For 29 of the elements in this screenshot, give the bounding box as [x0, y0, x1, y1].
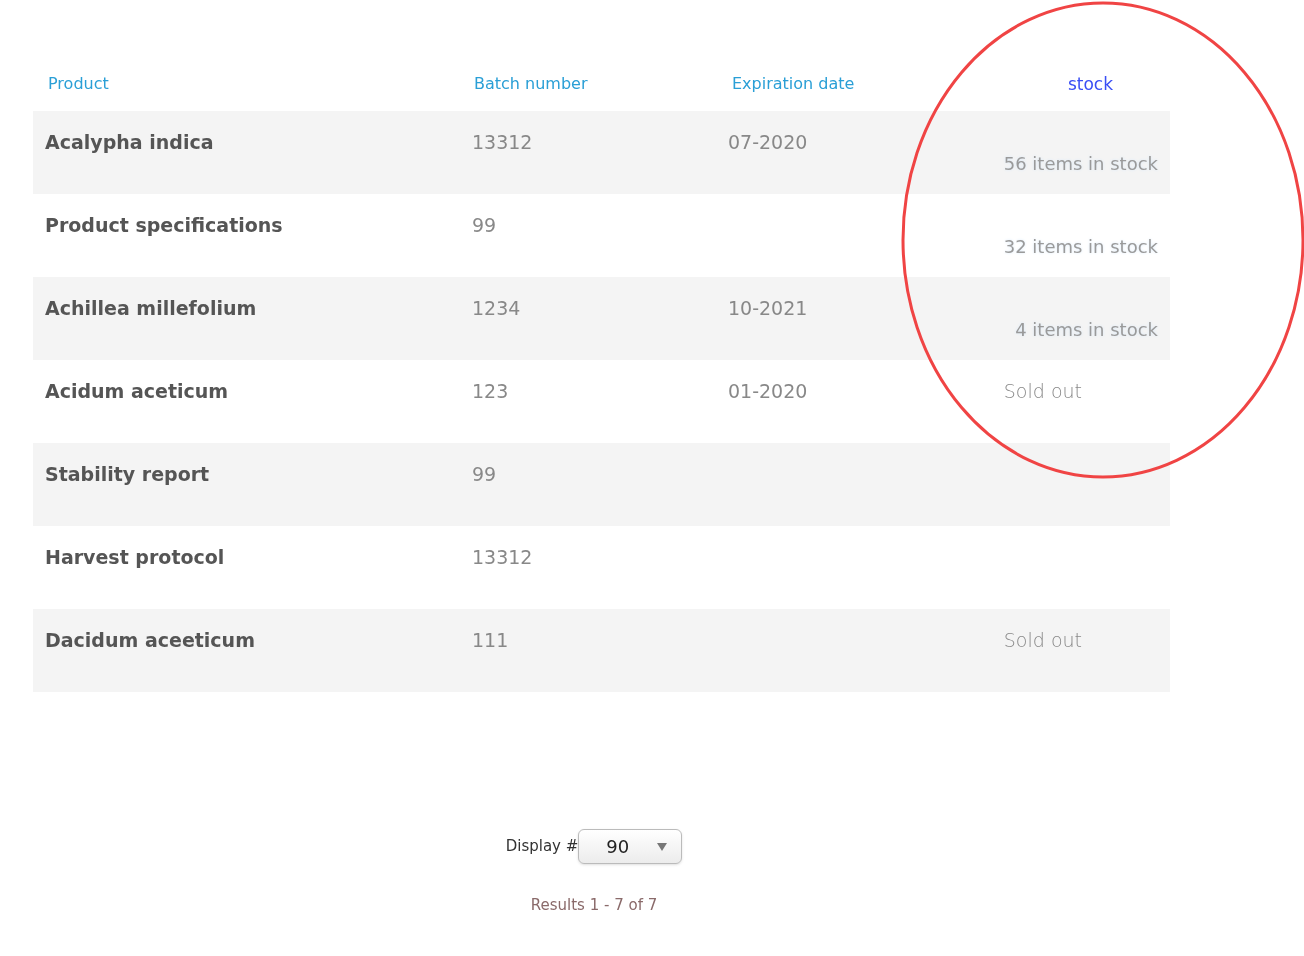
expiration-date: 07-2020: [727, 130, 808, 155]
batch-number: 123: [471, 379, 510, 404]
expiration-date: 10-2021: [727, 296, 808, 321]
batch-number: 99: [471, 462, 498, 487]
batch-number: 111: [471, 628, 510, 653]
product-name: Stability report: [44, 462, 211, 487]
product-name: Dacidum aceeticum: [44, 628, 256, 653]
sold-out-label: Sold out: [1003, 628, 1082, 653]
stock-count: 56 items in stock: [1003, 152, 1158, 176]
product-name: Acalypha indica: [44, 130, 215, 155]
batch-number: 1234: [471, 296, 522, 321]
stock-count: 4 items in stock: [1015, 318, 1158, 342]
product-name: Acidum aceticum: [44, 379, 230, 404]
results-count: Results 1 - 7 of 7: [530, 895, 658, 916]
batch-number: 99: [471, 213, 498, 238]
column-header[interactable]: stock: [1067, 72, 1113, 98]
column-header[interactable]: Expiration date: [732, 72, 855, 96]
display-label: Display #: [505, 836, 579, 858]
stock-count: 32 items in stock: [1003, 235, 1158, 259]
batch-number: 13312: [471, 545, 534, 570]
batch-number: 13312: [471, 130, 534, 155]
sold-out-label: Sold out: [1003, 379, 1082, 404]
product-name: Harvest protocol: [44, 545, 226, 570]
expiration-date: 01-2020: [727, 379, 808, 404]
column-header[interactable]: Batch number: [474, 72, 588, 96]
column-header[interactable]: Product: [48, 72, 109, 96]
product-name: Achillea millefolium: [44, 296, 258, 321]
display-count-dropdown[interactable]: 90: [578, 829, 683, 864]
product-name: Product specifications: [44, 213, 284, 238]
